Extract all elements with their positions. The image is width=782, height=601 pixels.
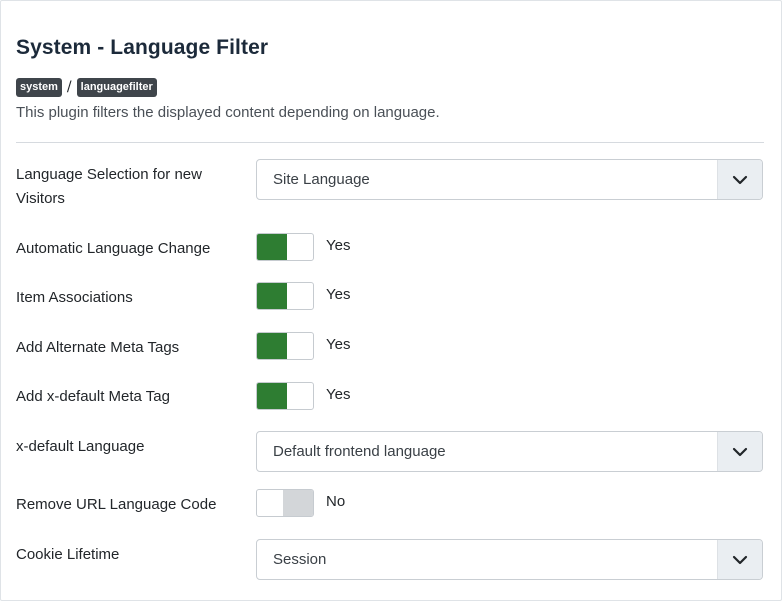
switch-knob <box>283 490 313 516</box>
item-associations-label: Item Associations <box>16 289 133 306</box>
switch-knob <box>257 333 287 359</box>
remove-url-language-code-label: Remove URL Language Code <box>16 496 217 513</box>
switch-knob <box>257 383 287 409</box>
switch-knob <box>257 283 287 309</box>
language-selection-value: Site Language <box>273 171 370 188</box>
xdefault-meta-tag-label: Add x-default Meta Tag <box>16 388 170 405</box>
alternate-meta-tags-state: Yes <box>326 336 351 353</box>
breadcrumb-separator: / <box>66 79 72 95</box>
language-selection-label-line1: Language Selection for new <box>16 166 202 183</box>
automatic-language-change-state: Yes <box>326 237 351 254</box>
xdefault-meta-tag-state: Yes <box>326 386 351 403</box>
plugin-element-badge: languagefilter <box>76 77 157 97</box>
xdefault-language-select[interactable]: Default frontend language <box>256 431 763 472</box>
remove-url-language-code-state: No <box>326 493 346 510</box>
alternate-meta-tags-label: Add Alternate Meta Tags <box>16 339 180 356</box>
section-divider <box>16 142 764 143</box>
item-associations-switch[interactable] <box>256 282 314 310</box>
item-associations-state: Yes <box>326 286 351 303</box>
language-selection-label: Language Selection for new Visitors <box>16 163 236 211</box>
cookie-lifetime-select[interactable]: Session <box>256 539 763 580</box>
xdefault-language-label: x-default Language <box>16 438 145 455</box>
chevron-down-icon[interactable] <box>717 160 762 199</box>
automatic-language-change-switch[interactable] <box>256 233 314 261</box>
switch-knob <box>257 234 287 260</box>
cookie-lifetime-value: Session <box>273 551 327 568</box>
xdefault-meta-tag-switch[interactable] <box>256 382 314 410</box>
plugin-folder-badge: system <box>16 77 62 97</box>
automatic-language-change-label: Automatic Language Change <box>16 240 211 257</box>
remove-url-language-code-switch[interactable] <box>256 489 314 517</box>
language-selection-label-line2: Visitors <box>16 190 65 207</box>
plugin-description: This plugin filters the displayed conten… <box>16 104 440 121</box>
language-selection-select[interactable]: Site Language <box>256 159 763 200</box>
xdefault-language-value: Default frontend language <box>273 443 446 460</box>
chevron-down-icon[interactable] <box>717 540 762 579</box>
cookie-lifetime-label: Cookie Lifetime <box>16 546 120 563</box>
plugin-breadcrumb: system / languagefilter <box>16 77 157 97</box>
page-title: System - Language Filter <box>16 36 269 59</box>
chevron-down-icon[interactable] <box>717 432 762 471</box>
alternate-meta-tags-switch[interactable] <box>256 332 314 360</box>
